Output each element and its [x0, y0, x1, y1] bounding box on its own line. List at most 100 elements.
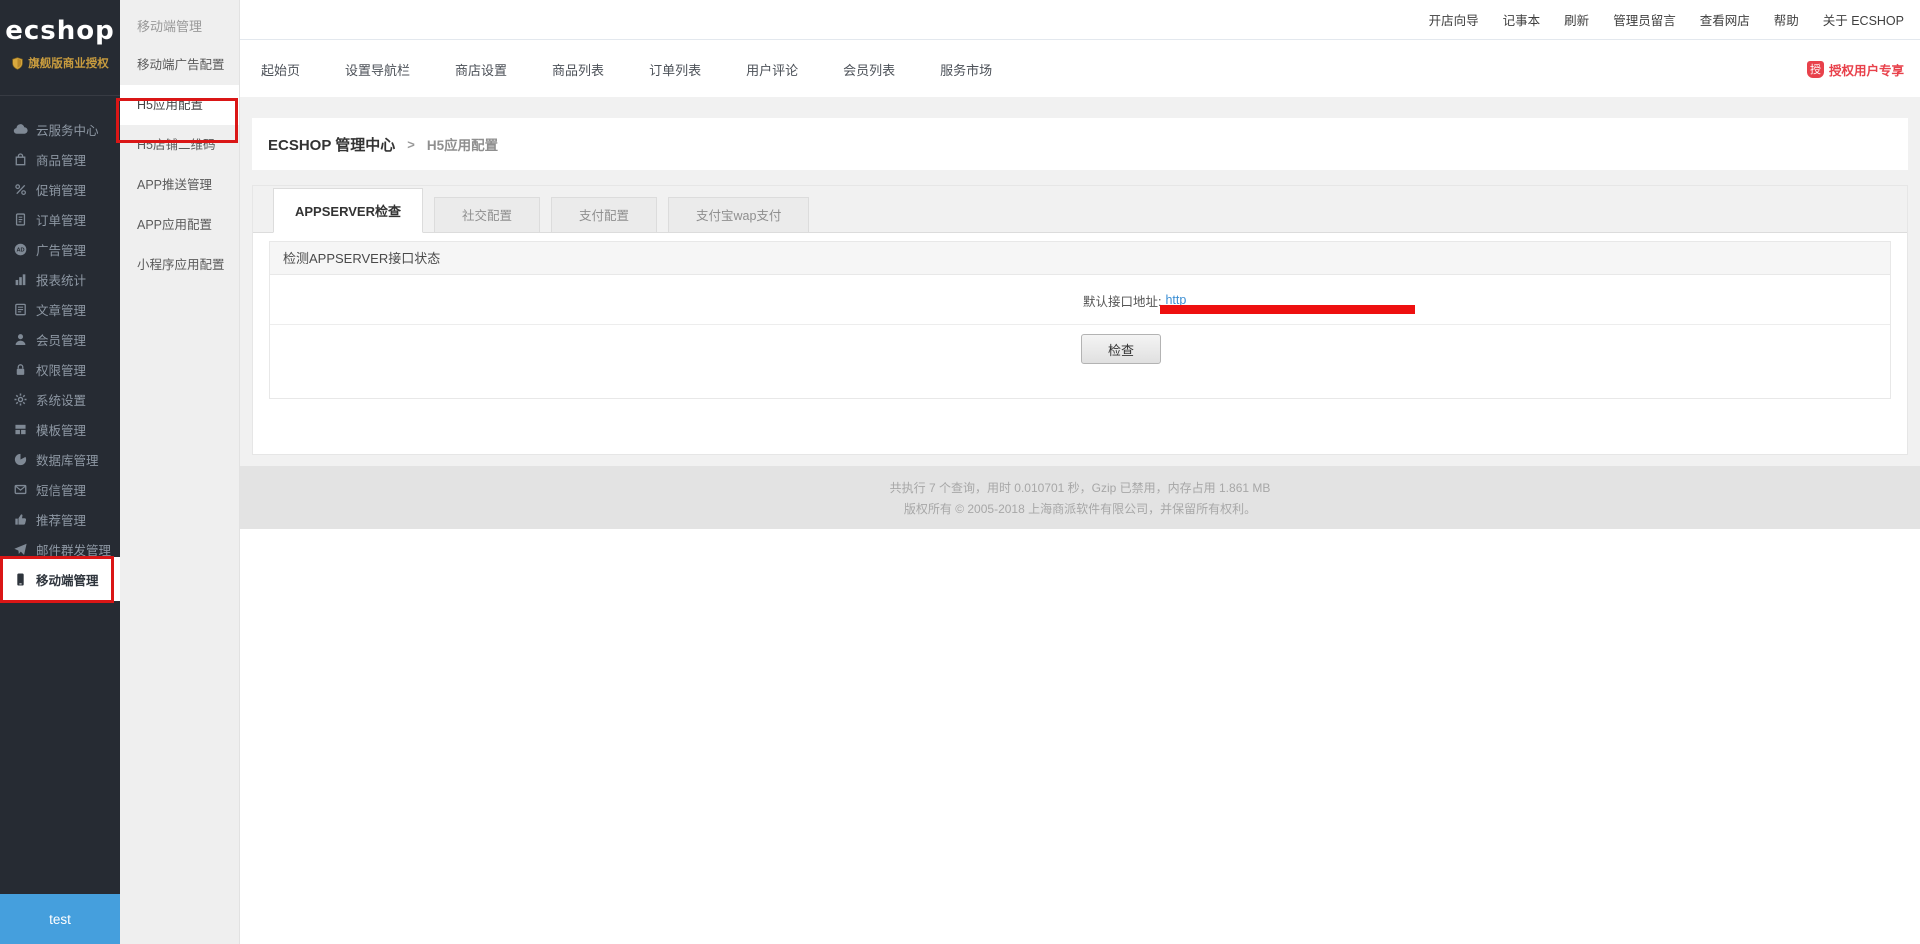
goods-icon [13, 152, 28, 167]
lock-icon [13, 362, 28, 377]
order-icon [13, 212, 28, 227]
url-redaction-bar [1160, 305, 1415, 314]
sidebar-item-label: 订单管理 [36, 210, 86, 229]
tab-alipay-wap[interactable]: 支付宝wap支付 [668, 197, 809, 233]
default-api-address-row: 默认接口地址: http [270, 275, 1890, 325]
breadcrumb-current: H5应用配置 [427, 134, 498, 154]
nav-order-list[interactable]: 订单列表 [649, 60, 701, 79]
nav-user-comments[interactable]: 用户评论 [746, 60, 798, 79]
sidebar-item-reports[interactable]: 报表统计 [0, 264, 120, 294]
primary-menu: 云服务中心 商品管理 促销管理 订单管理 AD 广告管理 报表统计 [0, 114, 120, 594]
template-icon [13, 422, 28, 437]
report-icon [13, 272, 28, 287]
tab-payment-config[interactable]: 支付配置 [551, 197, 657, 233]
submenu-item-miniprogram-config[interactable]: 小程序应用配置 [120, 245, 239, 285]
sidebar-item-templates[interactable]: 模板管理 [0, 414, 120, 444]
nav-store-settings[interactable]: 商店设置 [455, 60, 507, 79]
mobile-phone-icon [13, 572, 28, 587]
toplink-shop-wizard[interactable]: 开店向导 [1429, 10, 1479, 29]
sidebar-item-promotion[interactable]: 促销管理 [0, 174, 120, 204]
envelope-icon [13, 482, 28, 497]
breadcrumb-root[interactable]: ECSHOP 管理中心 [268, 134, 395, 155]
toplink-admin-messages[interactable]: 管理员留言 [1613, 10, 1676, 29]
sidebar-item-label: 移动端管理 [36, 570, 99, 589]
footer: 共执行 7 个查询，用时 0.010701 秒，Gzip 已禁用，内存占用 1.… [240, 466, 1920, 529]
admin-page: ecshop 旗舰版商业授权 云服务中心 商品管理 促销管理 [0, 0, 1920, 944]
submenu-item-app-push[interactable]: APP推送管理 [120, 165, 239, 205]
sidebar-item-label: 促销管理 [36, 180, 86, 199]
submenu-item-mobile-ads[interactable]: 移动端广告配置 [120, 45, 239, 85]
check-button-row: 检查 [270, 325, 1890, 398]
main-nav-bar: 起始页 设置导航栏 商店设置 商品列表 订单列表 用户评论 会员列表 服务市场 … [240, 41, 1920, 97]
sidebar-item-ads[interactable]: AD 广告管理 [0, 234, 120, 264]
sidebar-item-label: 会员管理 [36, 330, 86, 349]
shield-icon [11, 57, 24, 70]
check-button[interactable]: 检查 [1081, 334, 1161, 364]
tab-strip: APPSERVER检查 社交配置 支付配置 支付宝wap支付 [253, 186, 1907, 233]
sidebar-item-goods[interactable]: 商品管理 [0, 144, 120, 174]
sidebar-item-permissions[interactable]: 权限管理 [0, 354, 120, 384]
tab-social-config[interactable]: 社交配置 [434, 197, 540, 233]
sidebar-item-mobile-management[interactable]: 移动端管理 [0, 557, 120, 601]
paper-plane-icon [13, 542, 28, 557]
top-link-bar: 开店向导 记事本 刷新 管理员留言 查看网店 帮助 关于 ECSHOP [240, 0, 1920, 40]
sidebar-item-label: 系统设置 [36, 390, 86, 409]
thumbs-up-icon [13, 512, 28, 527]
license-label: 旗舰版商业授权 [28, 55, 109, 71]
licensed-user-promo[interactable]: 授 授权用户专享 [1807, 41, 1904, 97]
appserver-check-panel: 检测APPSERVER接口状态 默认接口地址: http 检查 [269, 241, 1891, 399]
nav-member-list[interactable]: 会员列表 [843, 60, 895, 79]
license-line: 旗舰版商业授权 [0, 55, 120, 71]
svg-text:AD: AD [16, 247, 24, 253]
api-address-label: 默认接口地址: [1083, 291, 1161, 310]
sidebar-item-sms[interactable]: 短信管理 [0, 474, 120, 504]
toplink-refresh[interactable]: 刷新 [1564, 10, 1589, 29]
primary-sidebar: ecshop 旗舰版商业授权 云服务中心 商品管理 促销管理 [0, 0, 120, 944]
toplink-help[interactable]: 帮助 [1774, 10, 1799, 29]
logged-in-user[interactable]: test [0, 894, 120, 944]
secondary-sidebar-title: 移动端管理 [120, 0, 239, 45]
sidebar-item-label: 邮件群发管理 [36, 540, 111, 559]
sidebar-item-members[interactable]: 会员管理 [0, 324, 120, 354]
member-icon [13, 332, 28, 347]
sidebar-item-label: 推荐管理 [36, 510, 86, 529]
nav-setup-navigation[interactable]: 设置导航栏 [345, 60, 410, 79]
breadcrumb: ECSHOP 管理中心 > H5应用配置 [252, 118, 1908, 170]
sidebar-item-articles[interactable]: 文章管理 [0, 294, 120, 324]
footer-copyright-line: 版权所有 © 2005-2018 上海商派软件有限公司，并保留所有权利。 [240, 496, 1920, 517]
tab-appserver-check[interactable]: APPSERVER检查 [273, 188, 423, 233]
sidebar-item-label: 云服务中心 [36, 120, 99, 139]
sidebar-item-label: 模板管理 [36, 420, 86, 439]
sidebar-item-label: 商品管理 [36, 150, 86, 169]
license-badge-icon: 授 [1807, 61, 1824, 78]
submenu-item-h5-qrcode[interactable]: H5店铺二维码 [120, 125, 239, 165]
promo-label: 授权用户专享 [1829, 60, 1904, 79]
toplink-about-ecshop[interactable]: 关于 ECSHOP [1823, 10, 1904, 29]
sidebar-item-database[interactable]: 数据库管理 [0, 444, 120, 474]
sidebar-item-label: 数据库管理 [36, 450, 99, 469]
sidebar-item-recommend[interactable]: 推荐管理 [0, 504, 120, 534]
nav-product-list[interactable]: 商品列表 [552, 60, 604, 79]
sidebar-item-orders[interactable]: 订单管理 [0, 204, 120, 234]
sidebar-item-label: 文章管理 [36, 300, 86, 319]
panel-header: 检测APPSERVER接口状态 [270, 242, 1890, 275]
toplink-notepad[interactable]: 记事本 [1503, 10, 1541, 29]
pie-chart-icon [13, 452, 28, 467]
submenu-item-app-config[interactable]: APP应用配置 [120, 205, 239, 245]
cloud-icon [13, 122, 28, 137]
article-icon [13, 302, 28, 317]
nav-service-market[interactable]: 服务市场 [940, 60, 992, 79]
promotion-icon [13, 182, 28, 197]
brand-block: ecshop 旗舰版商业授权 [0, 0, 120, 96]
sidebar-item-label: 权限管理 [36, 360, 86, 379]
nav-start-page[interactable]: 起始页 [261, 60, 300, 79]
secondary-sidebar: 移动端管理 移动端广告配置 H5应用配置 H5店铺二维码 APP推送管理 APP… [120, 0, 240, 944]
sidebar-item-cloud-center[interactable]: 云服务中心 [0, 114, 120, 144]
ad-icon: AD [13, 242, 28, 257]
footer-stats-line: 共执行 7 个查询，用时 0.010701 秒，Gzip 已禁用，内存占用 1.… [240, 466, 1920, 496]
sidebar-item-system-settings[interactable]: 系统设置 [0, 384, 120, 414]
gear-icon [13, 392, 28, 407]
sidebar-item-label: 报表统计 [36, 270, 86, 289]
toplink-view-store[interactable]: 查看网店 [1700, 10, 1750, 29]
submenu-item-h5-app-config[interactable]: H5应用配置 [120, 85, 239, 125]
